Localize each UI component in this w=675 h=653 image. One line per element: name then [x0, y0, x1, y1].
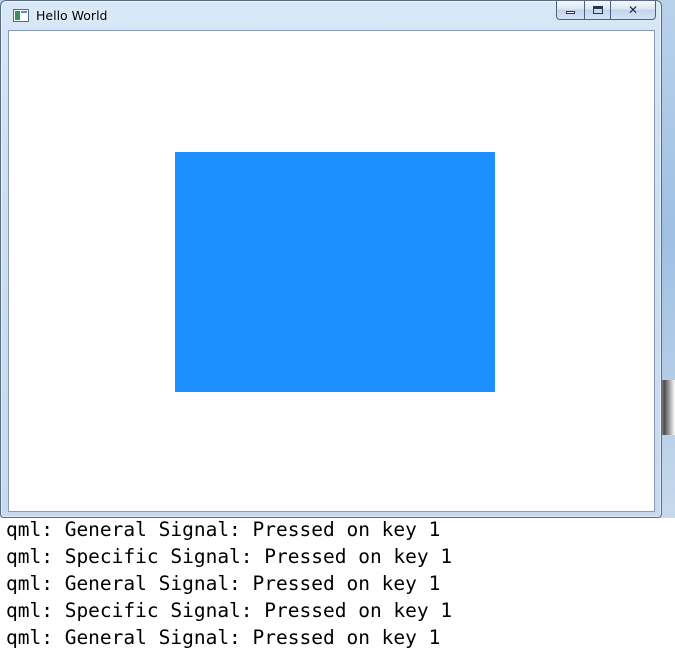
blue-rectangle[interactable] — [175, 152, 495, 392]
console-output: qml: General Signal: Pressed on key 1 qm… — [0, 518, 675, 653]
console-line: qml: Specific Signal: Pressed on key 1 — [6, 599, 453, 622]
close-icon: ✕ — [627, 3, 639, 17]
maximize-icon — [592, 6, 603, 14]
console-line: qml: General Signal: Pressed on key 1 — [6, 572, 441, 595]
minimize-icon — [566, 11, 575, 14]
console-line: qml: Specific Signal: Pressed on key 1 — [6, 545, 453, 568]
title-bar[interactable]: Hello World ✕ — [1, 1, 661, 31]
minimize-button[interactable] — [556, 1, 584, 20]
caption-buttons: ✕ — [556, 1, 656, 21]
app-window[interactable]: Hello World ✕ — [0, 0, 662, 518]
maximize-button[interactable] — [584, 1, 610, 20]
close-button[interactable]: ✕ — [610, 1, 656, 20]
app-icon[interactable] — [13, 9, 29, 22]
window-client-area[interactable] — [8, 30, 655, 512]
console-line: qml: General Signal: Pressed on key 1 — [6, 626, 441, 649]
console-line: qml: General Signal: Pressed on key 1 — [6, 518, 441, 541]
window-title: Hello World — [36, 8, 108, 23]
